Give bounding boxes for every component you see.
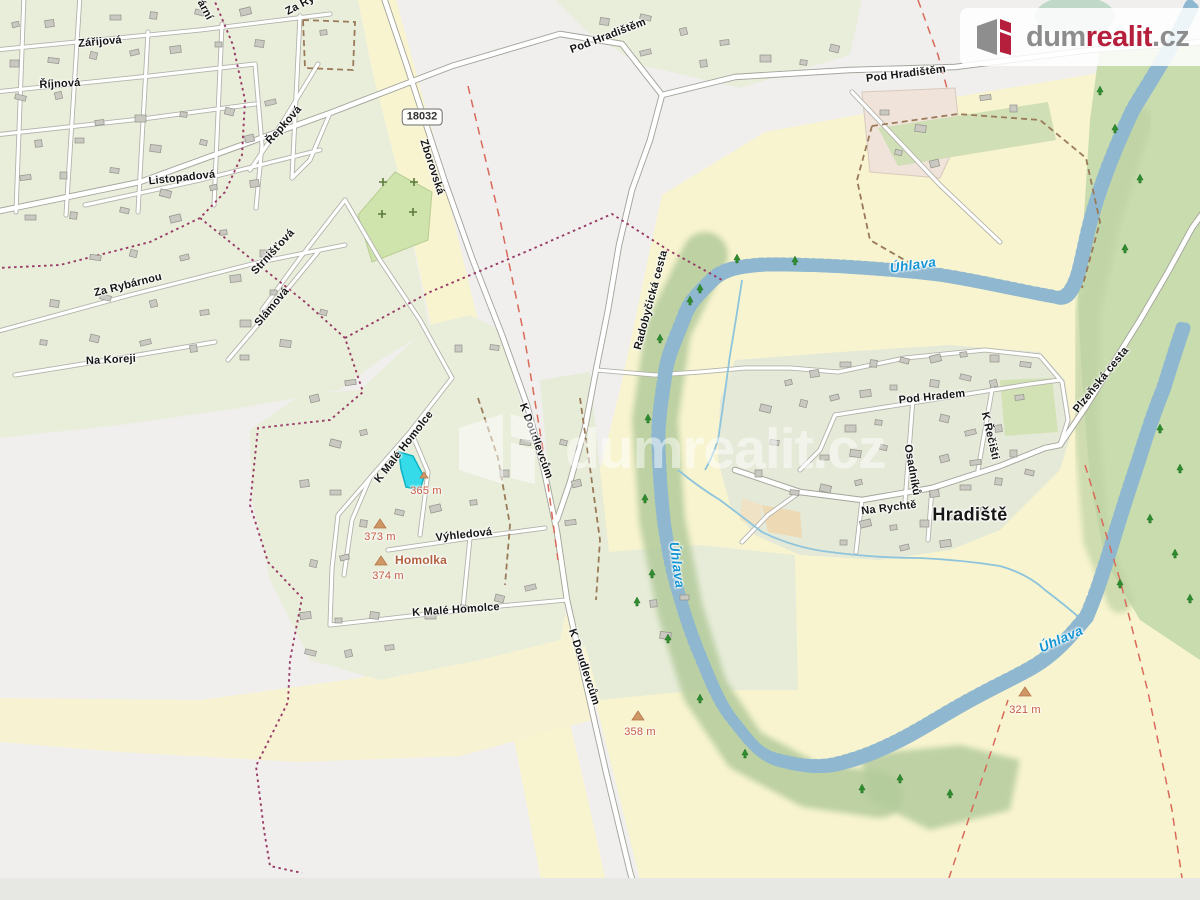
elevation-374: 374 m [372,570,404,582]
map-canvas[interactable]: Zářijová Říjnová Listopadová Řepková Str… [0,0,1200,900]
brand-suffix: .cz [1152,21,1189,53]
elevation-373: 373 m [364,531,396,543]
elevation-321: 321 m [1009,704,1041,716]
elevation-365: 365 m [410,485,442,497]
map-graphics [0,0,1200,900]
street-label-rijnova: Říjnová [39,77,81,91]
village-label-hradiste: Hradiště [932,505,1007,526]
brand-accent: realit [1086,21,1152,53]
brand-box-icon [974,16,1016,58]
elevation-358: 358 m [624,726,656,738]
hill-label-homolka: Homolka [395,553,447,567]
brand-prefix: dum [1026,21,1086,53]
brand-text: dumrealit.cz [1026,21,1189,54]
road-number-shield: 18032 [402,109,443,126]
brand-logo: dumrealit.cz [960,8,1200,66]
